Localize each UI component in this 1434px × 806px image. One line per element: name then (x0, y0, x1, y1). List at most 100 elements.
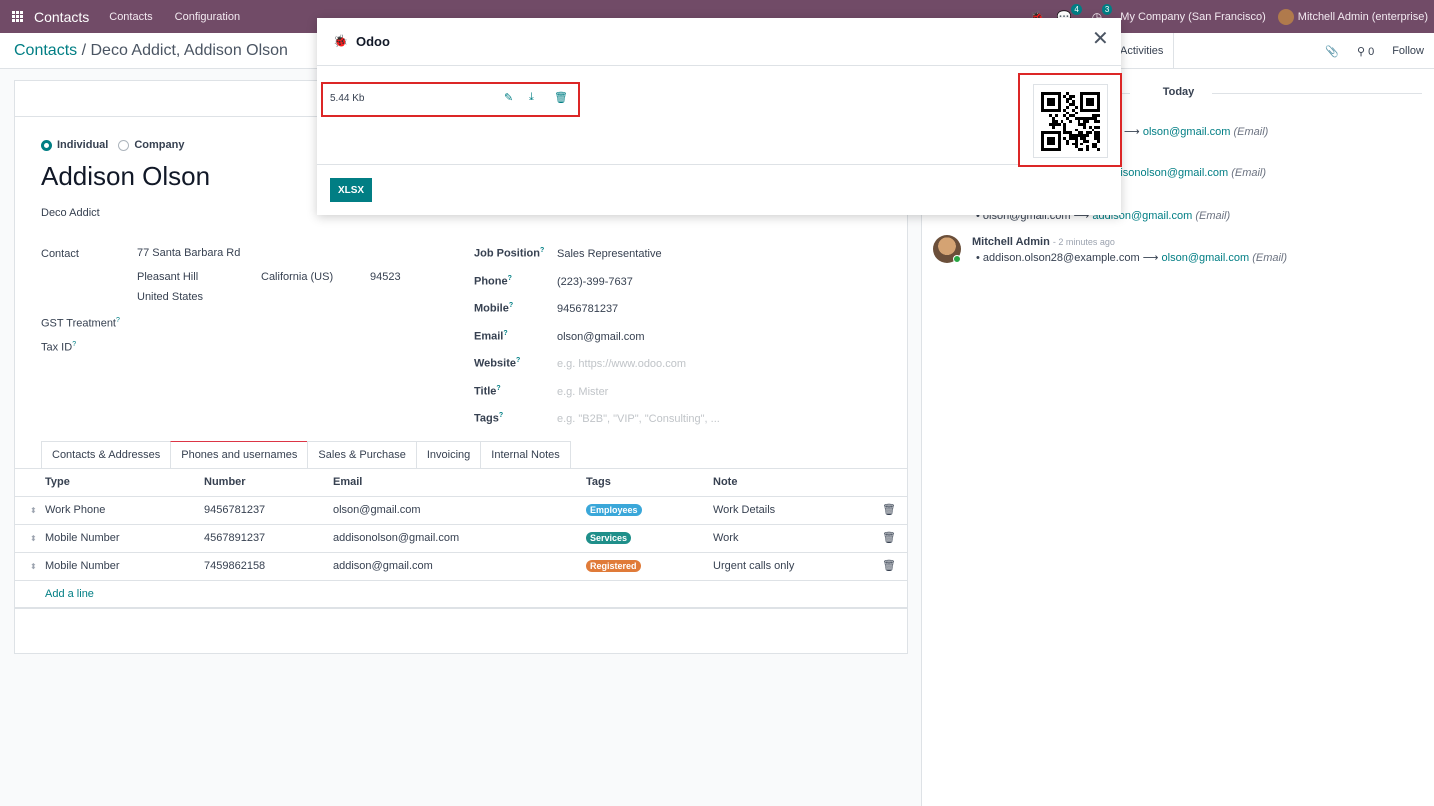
tax-id-label: Tax ID? (41, 341, 77, 354)
table-row[interactable]: ⬍ Mobile Number 4567891237 addisonolson@… (15, 525, 907, 553)
state-field[interactable]: California (US) (261, 271, 333, 283)
partner-name[interactable]: Addison Olson (41, 161, 210, 192)
table-row[interactable]: ⬍ Mobile Number 7459862158 addison@gmail… (15, 553, 907, 581)
apps-menu-icon[interactable] (0, 0, 34, 33)
mobile-field[interactable]: 9456781237 (557, 303, 618, 315)
download-icon[interactable]: ⤓ (529, 91, 534, 104)
job-position-field[interactable]: Sales Representative (557, 248, 662, 260)
online-status-icon (953, 255, 961, 263)
radio-checked-icon (41, 139, 52, 151)
menu-configuration[interactable]: Configuration (175, 11, 240, 23)
drag-handle-icon[interactable]: ⬍ (30, 506, 37, 515)
col-tags[interactable]: Tags (586, 476, 611, 488)
row-email[interactable]: olson@gmail.com (333, 504, 421, 516)
follow-button[interactable]: Follow (1392, 45, 1424, 57)
qr-code-box (1018, 73, 1122, 167)
street-field[interactable]: 77 Santa Barbara Rd (137, 247, 240, 259)
tab-sales-purchase[interactable]: Sales & Purchase (307, 441, 417, 468)
col-email[interactable]: Email (333, 476, 362, 488)
title-field[interactable]: e.g. Mister (557, 386, 608, 398)
col-note[interactable]: Note (713, 476, 737, 488)
job-position-label: Job Position? (474, 247, 545, 260)
row-number[interactable]: 4567891237 (204, 532, 265, 544)
breadcrumb-separator: / (81, 42, 87, 59)
company-switcher[interactable]: My Company (San Francisco) (1120, 11, 1266, 23)
menu-contacts[interactable]: Contacts (109, 11, 152, 23)
row-type[interactable]: Mobile Number (45, 560, 120, 572)
row-type[interactable]: Mobile Number (45, 532, 120, 544)
parent-company[interactable]: Deco Addict (41, 207, 100, 219)
trash-icon[interactable]: 🗑 (882, 559, 896, 572)
tracking-line-4: • addison.olson28@example.com ⟶ olson@gm… (976, 252, 1288, 264)
company-type-radio: Individual Company (41, 139, 184, 151)
user-avatar (1277, 8, 1294, 25)
col-number[interactable]: Number (204, 476, 246, 488)
qr-code-image (1041, 92, 1100, 151)
breadcrumb: Contacts / Deco Addict, Addison Olson (14, 42, 288, 60)
radio-company[interactable]: Company (118, 139, 184, 151)
bug-icon: 🐞 (333, 34, 348, 48)
phone-label: Phone? (474, 275, 512, 288)
tracking-line-2: addisonolson@gmail.com (Email) (1102, 167, 1267, 179)
title-label: Title? (474, 385, 501, 398)
drag-handle-icon[interactable]: ⬍ (30, 562, 37, 571)
row-note[interactable]: Work (713, 532, 738, 544)
breadcrumb-current: Deco Addict, Addison Olson (90, 42, 288, 59)
drag-handle-icon[interactable]: ⬍ (30, 534, 37, 543)
tab-phones-usernames[interactable]: Phones and usernames (170, 441, 309, 468)
breadcrumb-contacts[interactable]: Contacts (14, 42, 77, 59)
user-name: Mitchell Admin (enterprise) (1297, 10, 1428, 23)
sheet-divider (15, 607, 907, 608)
tab-invoicing[interactable]: Invoicing (415, 441, 482, 468)
add-line-link[interactable]: Add a line (45, 588, 94, 600)
delete-trash-icon[interactable]: 🗑 (554, 91, 568, 104)
email-field[interactable]: olson@gmail.com (557, 331, 645, 343)
dialog-title: Odoo (356, 34, 390, 49)
user-menu[interactable]: Mitchell Admin (enterprise) (1277, 8, 1428, 25)
city-field[interactable]: Pleasant Hill (137, 271, 198, 283)
email-label: Email? (474, 330, 508, 343)
trash-icon[interactable]: 🗑 (882, 531, 896, 544)
mobile-label: Mobile? (474, 302, 514, 315)
radio-unchecked-icon (118, 139, 130, 151)
xlsx-export-button[interactable]: XLSX (330, 178, 372, 202)
radio-individual[interactable]: Individual (41, 139, 108, 151)
row-tag[interactable]: Employees (586, 504, 642, 516)
notebook-tabs: Contacts & Addresses Phones and username… (41, 441, 571, 468)
row-note[interactable]: Urgent calls only (713, 560, 794, 572)
dialog-header: 🐞 Odoo ✕ (317, 18, 1121, 66)
gst-treatment-label: GST Treatment? (41, 317, 120, 330)
row-tag[interactable]: Registered (586, 560, 641, 572)
row-tag[interactable]: Services (586, 532, 632, 544)
message-time: - 2 minutes ago (1052, 237, 1115, 247)
row-note[interactable]: Work Details (713, 504, 775, 516)
person-icon: ⚲ (1356, 45, 1366, 58)
attachment-paperclip-icon[interactable]: 📎 (1325, 45, 1339, 58)
row-number[interactable]: 7459862158 (204, 560, 265, 572)
phones-table: Type Number Email Tags Note ⬍ Work Phone… (15, 469, 907, 609)
row-email[interactable]: addisonolson@gmail.com (333, 532, 459, 544)
website-field[interactable]: e.g. https://www.odoo.com (557, 358, 686, 370)
tab-contacts-addresses[interactable]: Contacts & Addresses (41, 441, 172, 468)
table-row[interactable]: ⬍ Work Phone 9456781237 olson@gmail.com … (15, 497, 907, 525)
trash-icon[interactable]: 🗑 (882, 503, 896, 516)
row-email[interactable]: addison@gmail.com (333, 560, 433, 572)
app-brand[interactable]: Contacts (34, 9, 89, 25)
close-icon[interactable]: ✕ (1092, 29, 1109, 49)
message-header: Mitchell Admin - 2 minutes ago (972, 236, 1115, 248)
message-author[interactable]: Mitchell Admin (972, 236, 1050, 248)
row-number[interactable]: 9456781237 (204, 504, 265, 516)
row-type[interactable]: Work Phone (45, 504, 105, 516)
edit-pencil-icon[interactable]: ✎ (504, 91, 513, 104)
zip-field[interactable]: 94523 (370, 271, 401, 283)
messages-badge: 4 (1071, 3, 1082, 15)
followers-button[interactable]: ⚲ 0 (1357, 45, 1374, 58)
website-label: Website? (474, 357, 521, 370)
country-field[interactable]: United States (137, 291, 203, 303)
tags-field[interactable]: e.g. "B2B", "VIP", "Consulting", ... (557, 413, 720, 425)
tab-internal-notes[interactable]: Internal Notes (480, 441, 571, 468)
phone-field[interactable]: (223)-399-7637 (557, 276, 633, 288)
contact-label: Contact (41, 248, 79, 260)
add-line-row: Add a line (15, 581, 907, 609)
col-type[interactable]: Type (45, 476, 70, 488)
